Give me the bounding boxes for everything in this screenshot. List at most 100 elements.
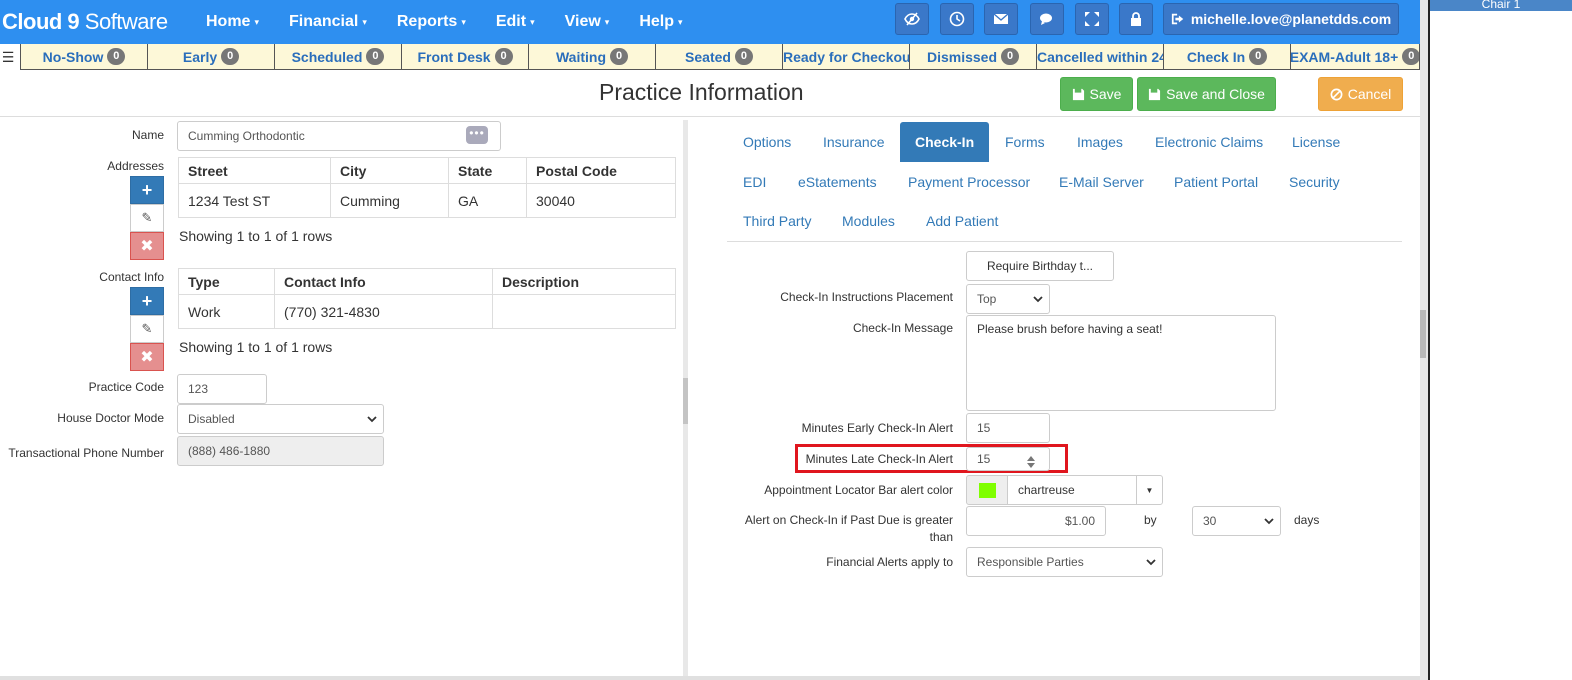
chat-button[interactable] [1030,3,1064,35]
column-header[interactable]: State [448,157,527,184]
color-picker-swatch[interactable] [966,475,1008,505]
tabs-divider [727,241,1402,242]
require-birthday-button[interactable]: Require Birthday t... [966,251,1114,281]
tab-electronic-claims[interactable]: Electronic Claims [1140,122,1278,162]
status-front-desk[interactable]: Front Desk 0 [401,44,529,70]
table-row[interactable]: Work (770) 321-4830 [178,294,676,329]
spinner-arrows-icon[interactable] [1027,455,1035,469]
mail-button[interactable] [984,3,1018,35]
menu-help[interactable]: Help ▾ [639,0,682,44]
delete-contact-button[interactable]: ✖ [130,343,164,371]
tab-patient-portal[interactable]: Patient Portal [1159,162,1273,202]
column-header[interactable]: Description [492,268,676,295]
contact-pagination-info: Showing 1 to 1 of 1 rows [179,339,333,355]
status-no-show[interactable]: No-Show 0 [20,44,148,70]
edit-contact-button[interactable]: ✎ [130,315,164,343]
page-scrollbar[interactable] [1420,0,1428,680]
status-check-in[interactable]: Check In 0 [1163,44,1291,70]
cancel-button[interactable]: Cancel [1318,77,1403,111]
save-and-close-button[interactable]: Save and Close [1137,77,1276,111]
tab-forms[interactable]: Forms [990,122,1060,162]
user-email: michelle.love@planetdds.com [1190,11,1392,27]
pane-splitter[interactable] [683,120,688,680]
minutes-late-input[interactable]: 15 [966,447,1050,471]
status-label: No-Show [42,48,104,65]
menu-reports[interactable]: Reports ▾ [397,0,466,44]
splitter-handle[interactable] [683,378,688,424]
financial-alerts-select[interactable]: Responsible Parties [966,547,1163,577]
minutes-early-input[interactable]: 15 [966,413,1050,443]
tab-license[interactable]: License [1277,122,1355,162]
status-early[interactable]: Early 0 [147,44,275,70]
past-due-days-select[interactable]: 30 [1192,506,1281,536]
tab-security[interactable]: Security [1274,162,1355,202]
status-seated[interactable]: Seated 0 [655,44,783,70]
menu-view-label: View [564,13,601,31]
appointment-status-bar: No-Show 0 Early 0 Scheduled 0 Front Desk 0 W… [20,44,1420,70]
tab-check-in[interactable]: Check-In [900,122,990,162]
address-table: Street City State Postal Code 1234 Test … [178,157,676,218]
practice-name-input[interactable]: Cumming Orthodontic ••• [177,121,501,151]
house-doctor-mode-select[interactable]: Disabled [177,404,384,434]
practice-code-input[interactable]: 123 [177,374,267,404]
more-options-icon[interactable]: ••• [466,126,488,144]
menu-view[interactable]: View ▾ [565,0,610,44]
instructions-placement-select[interactable]: Top [966,284,1050,314]
table-header-row: Street City State Postal Code [178,157,676,184]
hide-button[interactable] [895,3,929,35]
page-scrollbar-thumb[interactable] [1420,310,1426,358]
past-due-amount-input[interactable]: $1.00 [966,506,1106,536]
status-cancelled-within-24[interactable]: Cancelled within 24 [1036,44,1164,70]
column-header[interactable]: City [330,157,449,184]
status-dismissed[interactable]: Dismissed 0 [909,44,1037,70]
status-scheduled[interactable]: Scheduled 0 [274,44,402,70]
status-label: Dismissed [926,48,998,65]
menu-financial[interactable]: Financial ▾ [289,0,367,44]
status-exam-adult[interactable]: EXAM-Adult 18+ 0 [1290,44,1420,70]
tab-add-patient[interactable]: Add Patient [911,201,1013,241]
clock-button[interactable] [940,3,974,35]
caret-down-icon: ▾ [677,17,683,27]
hamburger-menu-icon[interactable]: ☰ [0,46,16,68]
menu-edit[interactable]: Edit ▾ [496,0,535,44]
column-header[interactable]: Type [178,268,275,295]
menu-home[interactable]: Home ▾ [206,0,259,44]
fullscreen-button[interactable] [1075,3,1109,35]
chair-header[interactable]: Chair 1 [1430,0,1572,11]
tab-images[interactable]: Images [1062,122,1138,162]
tab-modules[interactable]: Modules [827,201,910,241]
column-header[interactable]: Street [178,157,331,184]
tab-third-party[interactable]: Third Party [728,201,826,241]
tab-estatements[interactable]: eStatements [783,162,892,202]
address-pagination-info: Showing 1 to 1 of 1 rows [179,228,333,244]
check-in-message-textarea[interactable]: Please brush before having a seat! [966,315,1276,411]
tab-insurance[interactable]: Insurance [808,122,899,162]
instructions-placement-label: Check-In Instructions Placement [780,290,953,304]
delete-address-button[interactable]: ✖ [130,232,164,260]
tab-email-server[interactable]: E-Mail Server [1044,162,1159,202]
color-dropdown-button[interactable]: ▼ [1136,475,1163,505]
status-waiting[interactable]: Waiting 0 [528,44,656,70]
save-button[interactable]: Save [1060,77,1133,111]
edit-address-button[interactable]: ✎ [130,204,164,232]
tab-payment-processor[interactable]: Payment Processor [893,162,1045,202]
color-name-input[interactable]: chartreuse [1007,475,1137,505]
bottom-scrollbar[interactable] [0,676,1420,680]
lock-button[interactable] [1119,3,1153,35]
add-contact-button[interactable]: + [130,287,164,315]
status-ready-for-checkout[interactable]: Ready for Checkout [782,44,910,70]
caret-down-icon: ▾ [604,17,610,27]
contact-info-label: Contact Info [99,270,164,284]
column-header[interactable]: Postal Code [526,157,676,184]
transactional-phone-label: Transactional Phone Number [8,446,164,460]
tab-options[interactable]: Options [728,122,806,162]
menu-reports-label: Reports [396,13,458,31]
user-menu-button[interactable]: michelle.love@planetdds.com [1163,3,1399,35]
chevron-down-icon [367,416,377,423]
add-address-button[interactable]: + [130,176,164,204]
table-row[interactable]: 1234 Test ST Cumming GA 30040 [178,183,676,218]
status-count-badge: 0 [221,48,240,65]
tab-edi[interactable]: EDI [728,162,781,202]
brand-logo[interactable]: Cloud 9 Software [2,9,168,35]
column-header[interactable]: Contact Info [274,268,493,295]
